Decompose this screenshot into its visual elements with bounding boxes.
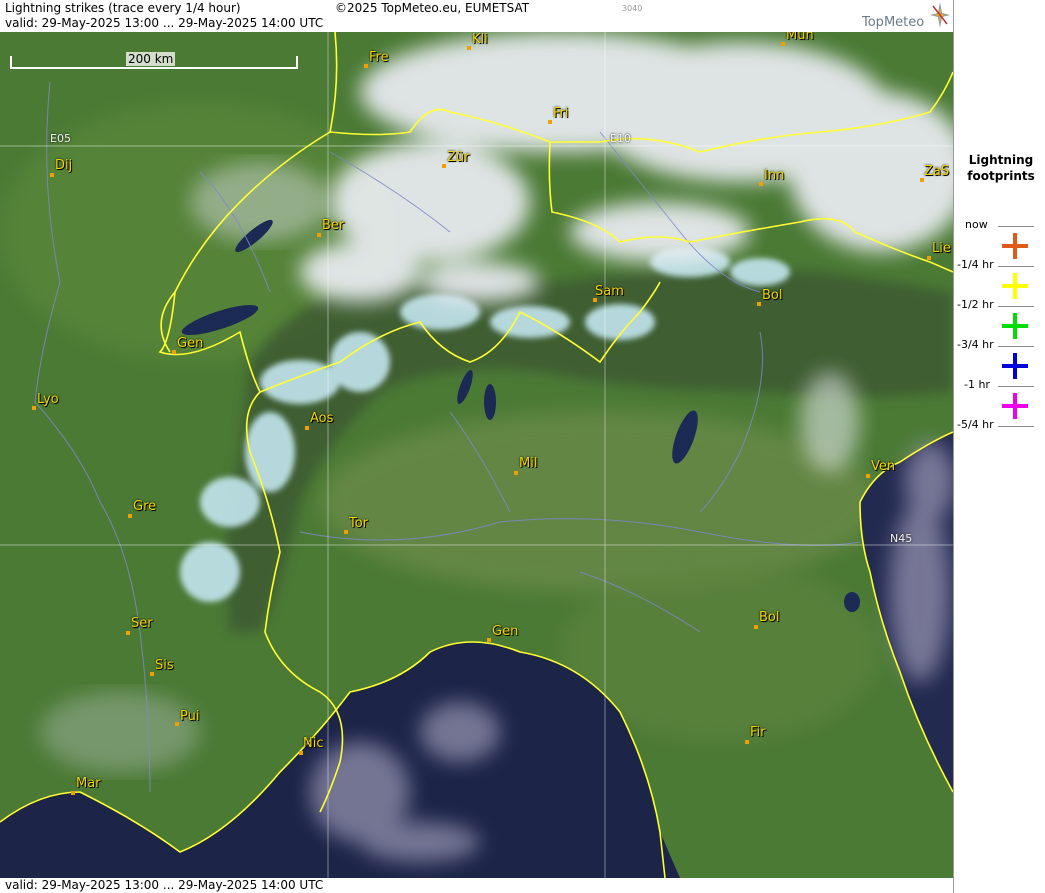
city-label[interactable]: Ber: [322, 218, 344, 233]
legend-row-label: -1 hr: [964, 378, 990, 391]
cross-h: [1002, 324, 1028, 328]
city-label[interactable]: Gre: [133, 499, 156, 514]
city-label[interactable]: Kli: [472, 32, 488, 47]
city-label[interactable]: Zür: [447, 150, 470, 165]
city-label[interactable]: Ser: [131, 616, 153, 631]
city-label[interactable]: Gen: [177, 336, 203, 351]
lightning-legend: Lightning footprints now -1/4 hr -1/2 hr…: [953, 0, 1045, 893]
copyright-text: ©2025 TopMeteo.eu, EUMETSAT: [335, 1, 530, 15]
header-bar: Lightning strikes (trace every 1/4 hour)…: [0, 0, 953, 32]
grid-label-n45: N45: [890, 532, 913, 545]
legend-row-label: -1/2 hr: [957, 298, 994, 311]
compass-star-icon: [930, 2, 950, 28]
city-label[interactable]: Lie: [932, 241, 951, 256]
map-canvas: [0, 32, 953, 878]
legend-row-label: -3/4 hr: [957, 338, 994, 351]
cross-h: [1002, 364, 1028, 368]
lightning-cross-icon: [1002, 353, 1028, 379]
logo-text: TopMeteo: [862, 15, 925, 30]
cross-h: [1002, 244, 1028, 248]
city-label[interactable]: Sis: [155, 658, 174, 673]
city-label[interactable]: Sam: [595, 284, 624, 299]
city-label[interactable]: Pui: [180, 709, 199, 724]
po-valley: [320, 412, 880, 592]
city-label[interactable]: Dij: [55, 158, 72, 173]
footer-bar: valid: 29-May-2025 13:00 ... 29-May-2025…: [0, 878, 953, 893]
valid-time-top: valid: 29-May-2025 13:00 ... 29-May-2025…: [5, 16, 324, 30]
legend-title: Lightning footprints: [960, 152, 1042, 184]
map-title: Lightning strikes (trace every 1/4 hour): [5, 1, 241, 15]
city-label[interactable]: Ven: [871, 459, 895, 474]
legend-title-line2: footprints: [967, 169, 1035, 183]
cross-h: [1002, 404, 1028, 408]
map-code: 3040: [622, 4, 643, 13]
lightning-cross-icon: [1002, 273, 1028, 299]
valid-time-bottom: valid: 29-May-2025 13:00 ... 29-May-2025…: [5, 878, 324, 892]
legend-row-label: -1/4 hr: [957, 258, 994, 271]
grid-label-e05: E05: [50, 132, 71, 145]
city-label[interactable]: Mun: [786, 32, 814, 43]
city-label[interactable]: Fre: [369, 50, 389, 65]
legend-title-line1: Lightning: [968, 153, 1034, 167]
legend-row-label: -5/4 hr: [957, 418, 994, 431]
city-label[interactable]: Aos: [310, 411, 333, 426]
city-label[interactable]: Fri: [553, 106, 569, 121]
legend-row-label: now: [965, 218, 988, 231]
lightning-cross-icon: [1002, 313, 1028, 339]
city-label[interactable]: ZaS: [924, 164, 949, 179]
scale-bar: 200 km: [10, 52, 298, 69]
city-label[interactable]: Inn: [764, 168, 784, 183]
city-label[interactable]: Lyo: [37, 392, 59, 407]
city-label[interactable]: Mil: [519, 456, 537, 471]
city-label[interactable]: Gen: [492, 624, 518, 639]
city-label[interactable]: Nic: [303, 736, 323, 751]
satellite-map[interactable]: E05 E10 N45 200 km Kli Mun Fre Fri Dij Z…: [0, 32, 953, 878]
city-label[interactable]: Bol: [759, 610, 779, 625]
city-label[interactable]: Tor: [349, 516, 368, 531]
scale-label: 200 km: [126, 52, 176, 66]
lightning-cross-icon: [1002, 233, 1028, 259]
topmeteo-logo[interactable]: TopMeteo: [858, 2, 953, 32]
city-label[interactable]: Bol: [762, 288, 782, 303]
city-label[interactable]: Mar: [76, 776, 101, 791]
city-label[interactable]: Fir: [750, 725, 766, 740]
grid-label-e10: E10: [610, 132, 631, 145]
lightning-cross-icon: [1002, 393, 1028, 419]
cross-h: [1002, 284, 1028, 288]
